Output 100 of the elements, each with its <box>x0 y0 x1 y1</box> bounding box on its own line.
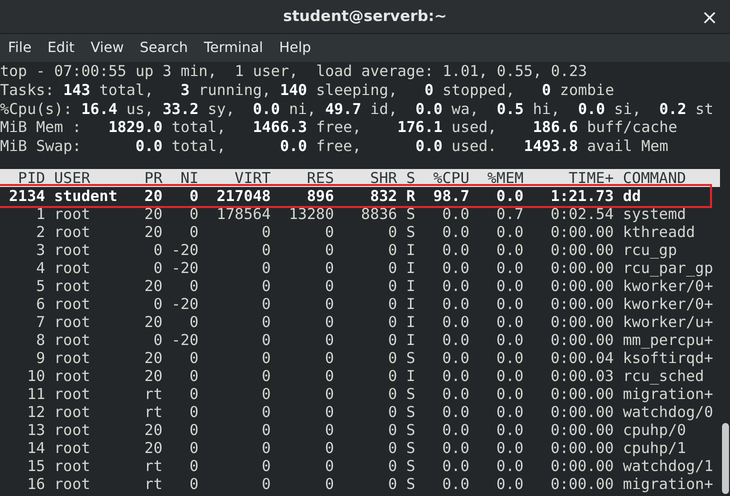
table-cell-text: 0 <box>387 474 398 493</box>
table-cell-text: 178564 <box>216 204 271 223</box>
table-cell-text: 0:00.00 <box>550 384 614 403</box>
menu-item[interactable]: File <box>0 38 40 58</box>
table-cell-text: 0 <box>260 420 271 439</box>
table-cell-text: 15 <box>26 456 46 475</box>
table-cell-text: root <box>54 312 92 331</box>
table-cell-text: 0.0 <box>441 402 470 421</box>
table-cell-text: rt <box>143 384 162 403</box>
table-cell-text: 13280 <box>288 204 334 223</box>
table-cell-text: 0 <box>387 276 398 295</box>
table-cell: S <box>406 222 416 241</box>
table-cell: -20 <box>172 258 199 277</box>
table-cell: -20 <box>172 330 199 349</box>
table-cell-text: 0 <box>188 276 199 295</box>
table-cell-text: 7 <box>35 312 46 331</box>
table-cell-text: 1:21.73 <box>550 186 614 205</box>
table-cell-text: 0 <box>152 258 162 277</box>
table-cell: S <box>406 348 416 367</box>
table-cell-text: 0 <box>387 384 398 403</box>
table-cell-text: 0:00.00 <box>550 420 614 439</box>
menu-item[interactable]: Edit <box>39 38 83 58</box>
table-cell: S <box>406 384 416 403</box>
table-cell-text: 0:00.00 <box>550 294 614 313</box>
table-cell-text: 0 <box>324 456 334 475</box>
summary-line: %Cpu(s): 16.4 us, 33.2 sy, 0.0 ni, 49.7 id, 0.0 wa, 0.5 hi, 0.0 si, 0.2 st <box>0 100 714 118</box>
table-cell: S <box>406 456 416 475</box>
table-cell-text: 0 <box>188 402 199 421</box>
table-cell-text: 0.0 <box>441 474 470 493</box>
table-cell: -20 <box>172 294 199 313</box>
table-cell-text: 0:00.03 <box>550 366 614 385</box>
table-cell: kworker/u+ <box>622 312 714 331</box>
table-cell-text: 0 <box>260 276 271 295</box>
table-cell-text: 0 <box>387 456 398 475</box>
table-cell-text: 12 <box>26 402 46 421</box>
table-cell-text: 0 <box>188 456 199 475</box>
close-button[interactable]: × <box>697 6 722 26</box>
menu-item[interactable]: Search <box>132 38 196 58</box>
table-cell: I <box>406 276 416 295</box>
summary-line: top - 07:00:55 up 3 min, 1 user, load average: 1.01, 0.55, 0.23 <box>0 62 587 80</box>
table-cell-text: 0.0 <box>441 366 470 385</box>
table-cell-text: 0 <box>387 258 398 277</box>
table-cell: I <box>406 366 416 385</box>
table-cell-text: 0 <box>188 204 199 223</box>
table-cell-text: 0 <box>324 474 334 493</box>
table-cell-text: 0:00.00 <box>550 438 614 457</box>
table-cell: -20 <box>172 240 199 259</box>
column-header: COMMAND <box>622 168 686 187</box>
table-cell-text: 0 <box>188 186 199 205</box>
table-cell: R <box>406 186 416 205</box>
table-cell-text: 0 <box>324 330 334 349</box>
table-cell-text: 0 <box>324 366 334 385</box>
table-cell-text: 0 <box>260 240 271 259</box>
table-cell-text: 0.0 <box>495 456 524 475</box>
table-cell-text: 0.0 <box>441 312 470 331</box>
table-cell: S <box>406 204 416 223</box>
window-title: student@serverb:~ <box>283 6 447 28</box>
table-cell-text: 0:00.00 <box>550 222 614 241</box>
scrollbar-thumb[interactable] <box>722 423 729 494</box>
table-cell-text: 1 <box>35 204 46 223</box>
table-cell: I <box>406 330 416 349</box>
table-cell-text: 6 <box>35 294 46 313</box>
menu-item[interactable]: View <box>82 38 132 58</box>
table-cell-text: student <box>54 186 118 205</box>
table-cell-text: 0.0 <box>441 384 470 403</box>
table-cell: rcu_sched <box>622 366 704 385</box>
table-cell-text: 0 <box>188 312 199 331</box>
table-cell-text: 0.0 <box>495 474 524 493</box>
column-header: SHR <box>369 168 398 187</box>
menu-item[interactable]: Help <box>271 38 319 58</box>
table-cell-text: 0 <box>188 438 199 457</box>
column-header: USER <box>54 168 92 187</box>
table-cell-text: root <box>54 366 92 385</box>
table-cell-text: 0.0 <box>495 330 524 349</box>
table-cell-text: 5 <box>35 276 46 295</box>
table-cell: watchdog/1 <box>622 456 714 475</box>
table-cell-text: 0.0 <box>495 312 524 331</box>
table-cell-text: 0 <box>260 456 271 475</box>
table-cell: migration+ <box>622 474 714 493</box>
table-cell: watchdog/0 <box>622 402 714 421</box>
table-cell-text: 0.0 <box>495 186 524 205</box>
table-cell-text: 0:00.00 <box>550 330 614 349</box>
table-cell: I <box>406 294 416 313</box>
table-cell-text: 20 <box>143 222 162 241</box>
table-cell-text: 0.0 <box>441 204 470 223</box>
table-cell-text: 0 <box>260 258 271 277</box>
table-cell-text: 0.0 <box>495 276 524 295</box>
table-cell-text: 0 <box>260 438 271 457</box>
table-cell: S <box>406 438 416 457</box>
table-cell-text: 0 <box>260 330 271 349</box>
table-cell-text: 0.0 <box>495 420 524 439</box>
table-cell-text: 10 <box>26 366 46 385</box>
table-cell-text: 0.0 <box>495 366 524 385</box>
table-cell-text: 0 <box>387 402 398 421</box>
table-cell-text: 2134 <box>8 186 46 205</box>
table-cell-text: 0.0 <box>441 420 470 439</box>
table-cell-text: 0 <box>260 474 271 493</box>
column-header: PR <box>143 168 162 187</box>
menu-item[interactable]: Terminal <box>196 38 272 58</box>
table-cell-text: rt <box>143 402 162 421</box>
